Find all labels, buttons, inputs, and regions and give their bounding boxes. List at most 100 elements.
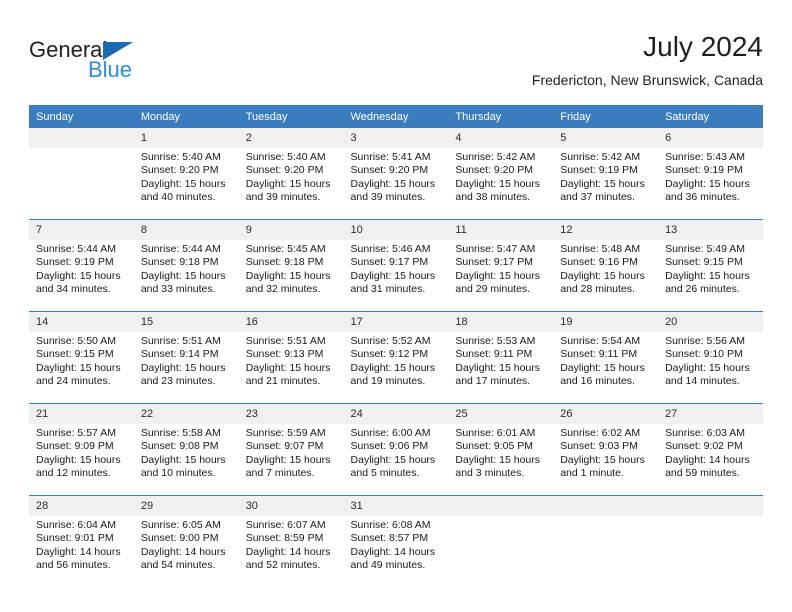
day-detail-line: Daylight: 15 hours [245, 453, 331, 466]
weekday-header-saturday: Saturday [658, 105, 763, 128]
day-detail-line: Daylight: 15 hours [140, 361, 226, 374]
weekday-header-thursday: Thursday [448, 105, 554, 128]
day-detail-line: Sunrise: 5:44 AM [36, 243, 116, 255]
day-detail-line: Sunset: 9:07 PM [245, 440, 324, 453]
day-number-2[interactable]: 2 [238, 128, 344, 148]
day-number-25[interactable]: 25 [448, 404, 554, 424]
day-number-15[interactable]: 15 [133, 312, 239, 332]
day-number-11[interactable]: 11 [448, 220, 554, 240]
day-detail-line: Sunset: 9:20 PM [350, 164, 429, 177]
day-detail-line: Sunrise: 5:59 AM [245, 427, 326, 439]
day-details-27: Sunrise: 6:03 AM Sunset: 9:02 PM Daylight:… [658, 424, 763, 495]
day-number-9[interactable]: 9 [238, 220, 344, 240]
day-number-5[interactable]: 5 [553, 128, 659, 148]
day-detail-line: and 37 minutes. [560, 191, 635, 204]
day-detail-line: and 26 minutes. [665, 283, 740, 296]
day-detail-line: Daylight: 14 hours [140, 545, 226, 558]
day-number-6[interactable]: 6 [658, 128, 763, 148]
day-detail-line: and 32 minutes. [245, 283, 321, 296]
day-detail-line: Sunrise: 6:02 AM [560, 427, 641, 439]
day-detail-line: Daylight: 15 hours [245, 269, 331, 282]
logo-text-blue: Blue [88, 57, 133, 82]
day-detail-line: Sunset: 9:18 PM [245, 256, 324, 269]
day-detail-line: Sunrise: 6:03 AM [665, 427, 746, 439]
day-number-20[interactable]: 20 [658, 312, 763, 332]
day-detail-line: Daylight: 15 hours [455, 177, 541, 190]
calendar-table: Sunday Monday Tuesday Wednesday Thursday Frid… [29, 105, 763, 587]
day-details-24: Sunrise: 6:00 AM Sunset: 9:06 PM Daylight:… [343, 424, 449, 495]
day-number-3[interactable]: 3 [343, 128, 449, 148]
day-info-row: Sunrise: 5:50 AM Sunset: 9:15 PM Daylight:… [29, 332, 763, 403]
day-detail-line: Sunset: 9:17 PM [350, 256, 429, 269]
day-detail-line: Sunrise: 5:40 AM [245, 151, 326, 163]
day-detail-line: Sunrise: 5:52 AM [350, 335, 431, 347]
day-detail-line: and 40 minutes. [140, 191, 216, 204]
day-number-14[interactable]: 14 [29, 312, 134, 332]
day-detail-line: Daylight: 15 hours [665, 269, 750, 282]
day-details-31: Sunrise: 6:08 AM Sunset: 8:57 PM Daylight:… [343, 516, 449, 587]
general-blue-logo[interactable]: General Blue [29, 38, 159, 86]
day-details-21: Sunrise: 5:57 AM Sunset: 9:09 PM Daylight:… [29, 424, 134, 495]
day-number-8[interactable]: 8 [133, 220, 239, 240]
day-detail-line: Sunrise: 5:58 AM [140, 427, 221, 439]
day-detail-line: Sunrise: 5:49 AM [665, 243, 746, 255]
day-detail-line: Sunset: 9:08 PM [140, 440, 219, 453]
day-details-20: Sunrise: 5:56 AM Sunset: 9:10 PM Daylight:… [658, 332, 763, 403]
day-detail-line: Sunrise: 5:42 AM [455, 151, 536, 163]
day-detail-line: Sunrise: 5:57 AM [36, 427, 116, 439]
page-header: General Blue July 2024 Fredericton, New … [29, 30, 763, 98]
day-number-31[interactable]: 31 [343, 496, 449, 516]
day-detail-line: and 31 minutes. [350, 283, 426, 296]
day-detail-line: Sunset: 9:02 PM [665, 440, 743, 453]
day-detail-line: Daylight: 15 hours [560, 269, 645, 282]
day-detail-line: Sunrise: 5:44 AM [140, 243, 221, 255]
day-detail-line: Sunset: 9:19 PM [665, 164, 743, 177]
day-detail-line: Daylight: 15 hours [36, 361, 121, 374]
day-number-18[interactable]: 18 [448, 312, 554, 332]
day-number-24[interactable]: 24 [343, 404, 449, 424]
day-number-7[interactable]: 7 [29, 220, 134, 240]
day-number-30[interactable]: 30 [238, 496, 344, 516]
day-details-22: Sunrise: 5:58 AM Sunset: 9:08 PM Daylight:… [133, 424, 239, 495]
day-number-13[interactable]: 13 [658, 220, 763, 240]
day-detail-line: Sunrise: 5:46 AM [350, 243, 431, 255]
day-number-16[interactable]: 16 [238, 312, 344, 332]
day-number-27[interactable]: 27 [658, 404, 763, 424]
title-block: July 2024 Fredericton, New Brunswick, Ca… [532, 30, 763, 90]
day-details-28: Sunrise: 6:04 AM Sunset: 9:01 PM Daylight:… [29, 516, 134, 587]
day-number-22[interactable]: 22 [133, 404, 239, 424]
day-details-empty [553, 516, 659, 587]
day-detail-line: Daylight: 15 hours [560, 177, 645, 190]
day-number-12[interactable]: 12 [553, 220, 659, 240]
weekday-header-friday: Friday [553, 105, 659, 128]
day-info-row: Sunrise: 5:40 AM Sunset: 9:20 PM Daylight:… [29, 148, 763, 219]
day-detail-line: Daylight: 15 hours [350, 361, 436, 374]
day-detail-line: Daylight: 15 hours [455, 361, 541, 374]
day-detail-line: Sunset: 9:17 PM [455, 256, 534, 269]
day-details-5: Sunrise: 5:42 AM Sunset: 9:19 PM Daylight:… [553, 148, 659, 219]
day-number-17[interactable]: 17 [343, 312, 449, 332]
day-detail-line: and 16 minutes. [560, 375, 635, 388]
weekday-header-wednesday: Wednesday [343, 105, 449, 128]
day-number-empty [553, 496, 659, 516]
day-detail-line: Sunset: 8:57 PM [350, 532, 429, 545]
day-detail-line: Sunrise: 5:51 AM [140, 335, 221, 347]
day-number-29[interactable]: 29 [133, 496, 239, 516]
day-detail-line: and 52 minutes. [245, 559, 321, 572]
weekday-header-monday: Monday [133, 105, 239, 128]
day-number-row: 123456 [29, 128, 763, 148]
day-detail-line: Sunset: 9:10 PM [665, 348, 743, 361]
day-number-21[interactable]: 21 [29, 404, 134, 424]
day-number-1[interactable]: 1 [133, 128, 239, 148]
day-detail-line: and 17 minutes. [455, 375, 531, 388]
day-number-10[interactable]: 10 [343, 220, 449, 240]
day-number-23[interactable]: 23 [238, 404, 344, 424]
day-detail-line: Sunset: 9:01 PM [36, 532, 114, 545]
day-number-26[interactable]: 26 [553, 404, 659, 424]
day-detail-line: Daylight: 15 hours [350, 177, 436, 190]
day-number-19[interactable]: 19 [553, 312, 659, 332]
day-detail-line: Daylight: 15 hours [350, 269, 436, 282]
day-detail-line: and 19 minutes. [350, 375, 426, 388]
day-number-28[interactable]: 28 [29, 496, 134, 516]
day-number-4[interactable]: 4 [448, 128, 554, 148]
